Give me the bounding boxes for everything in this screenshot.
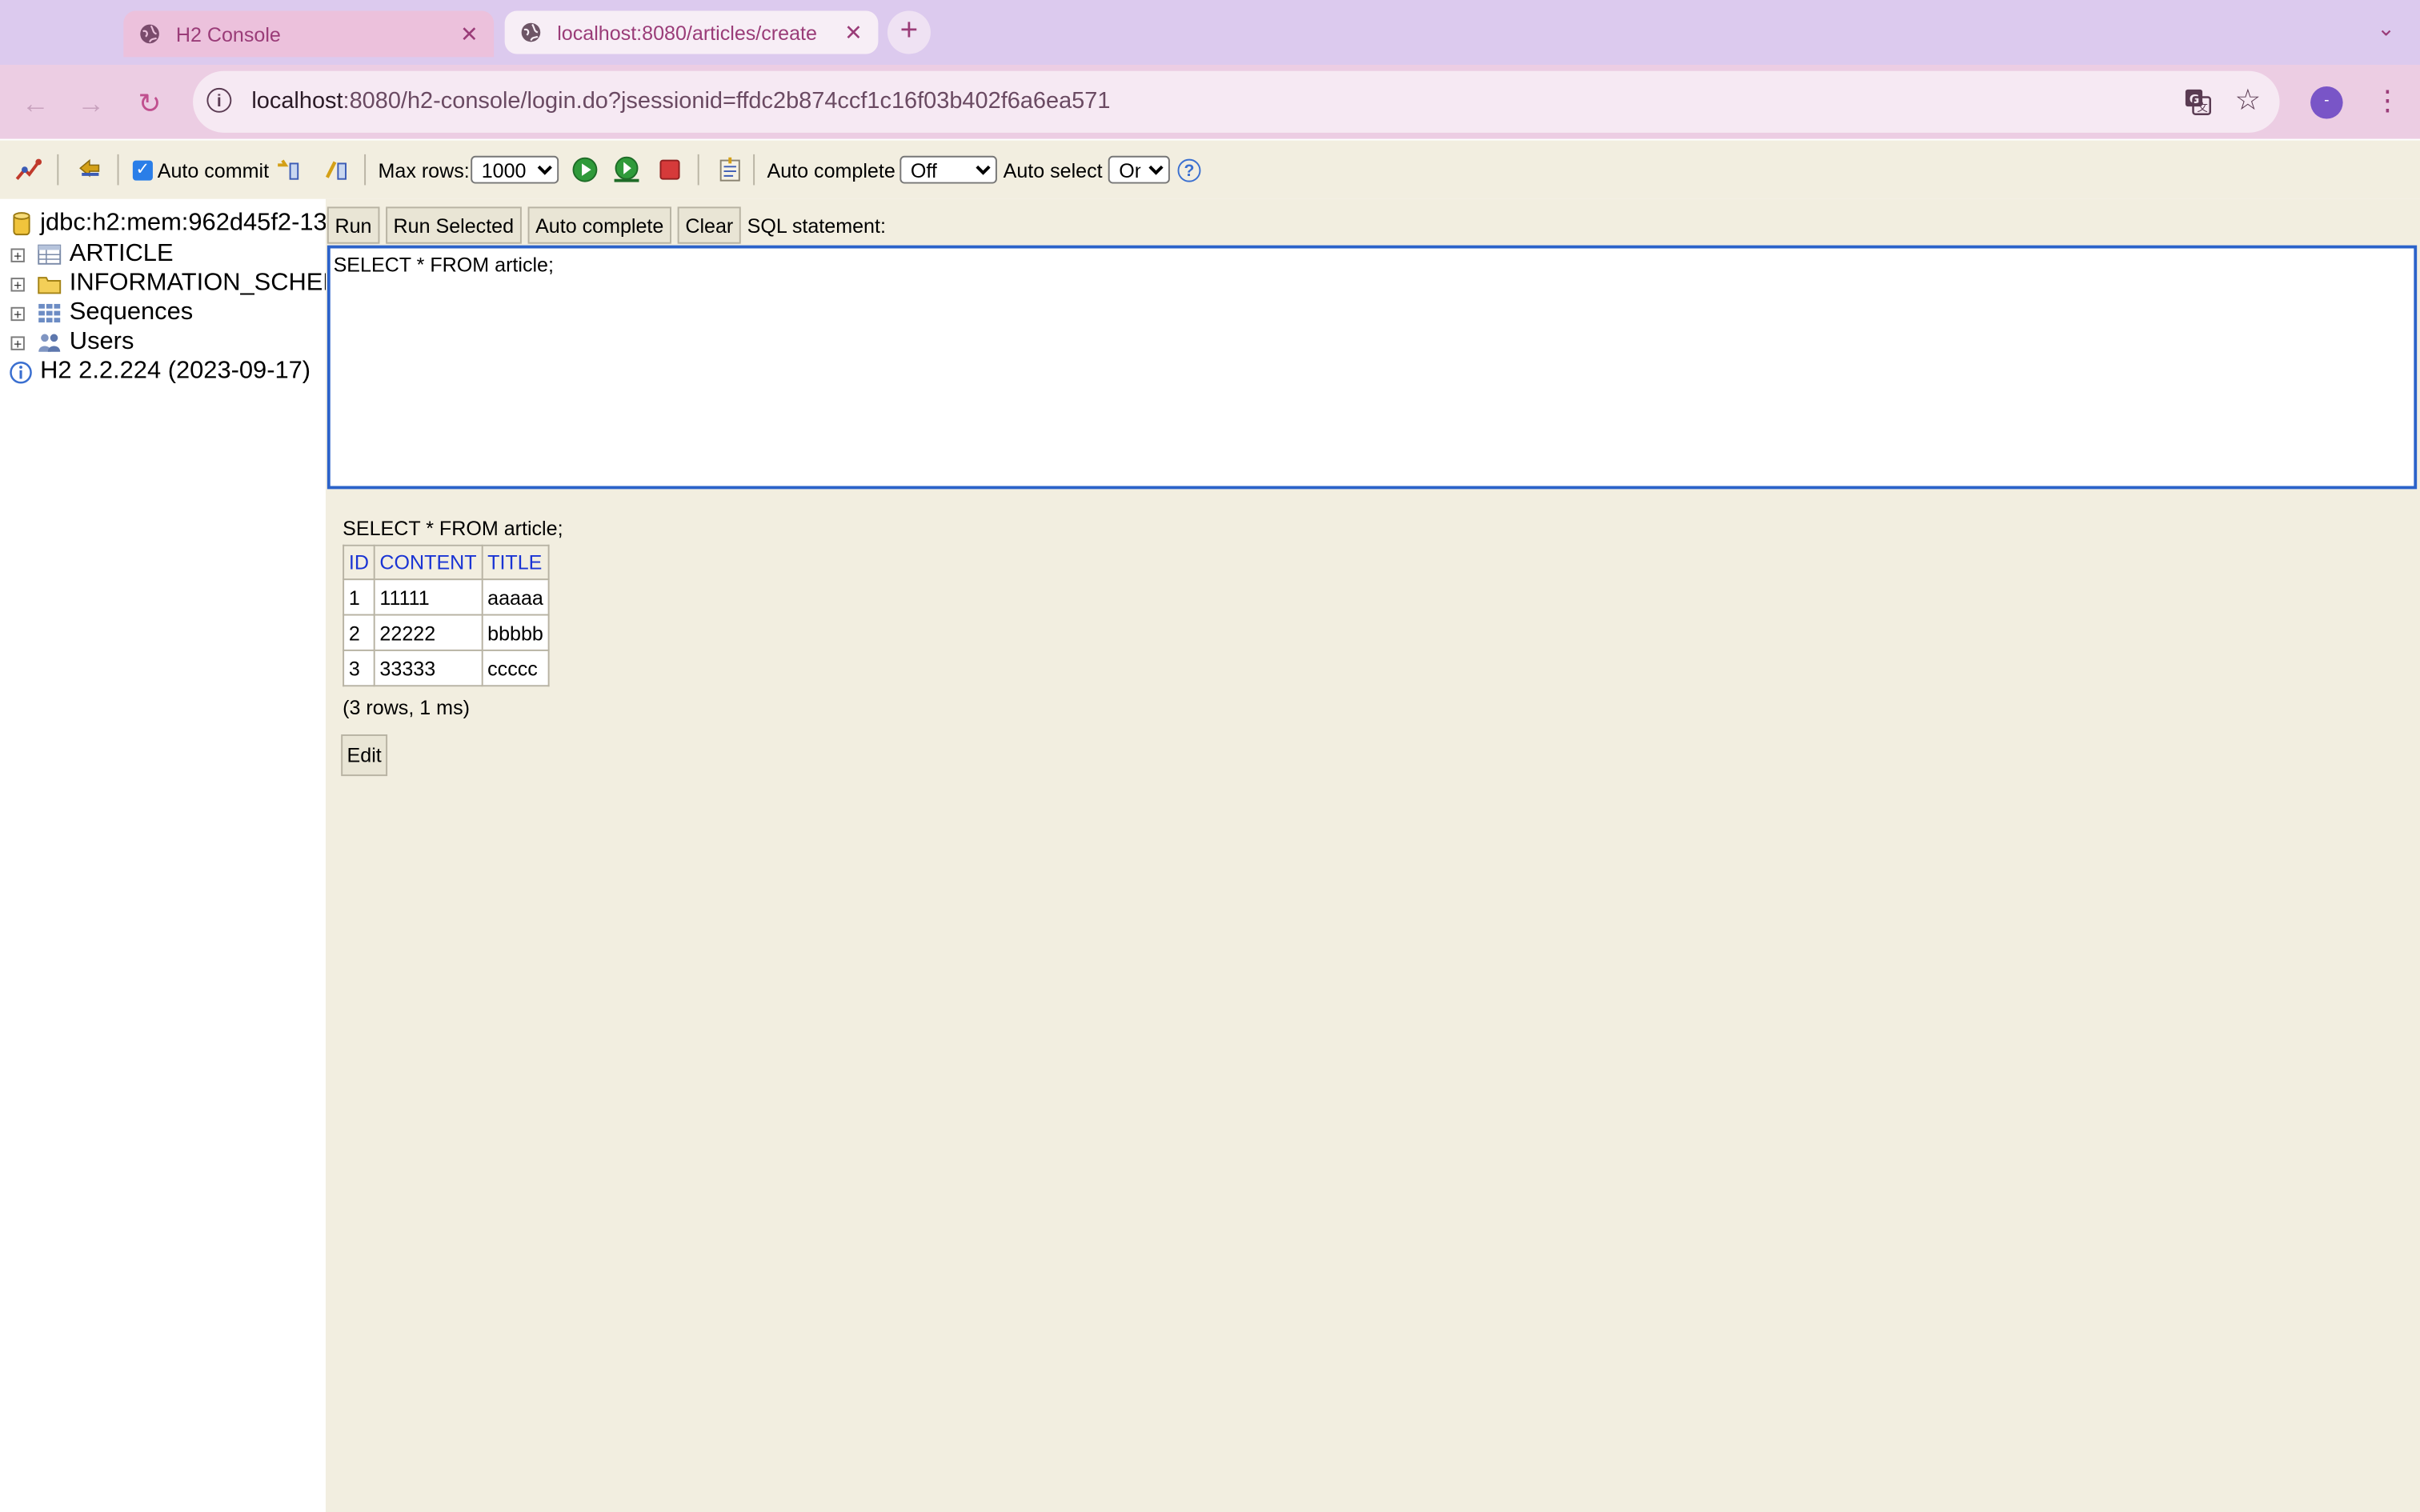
- auto-select-select[interactable]: On: [1108, 155, 1170, 184]
- browser-menu-icon[interactable]: ⋮: [2374, 83, 2402, 117]
- row-count-summary: (3 rows, 1 ms): [343, 695, 470, 719]
- edit-button[interactable]: Edit: [341, 734, 388, 777]
- result-table: ID CONTENT TITLE 1 11111 aaaaa 2 22222 b…: [343, 544, 550, 687]
- tree-item-label: Sequences: [69, 299, 194, 326]
- executed-query: SELECT * FROM article;: [343, 517, 563, 541]
- expand-plus-icon[interactable]: +: [10, 335, 25, 350]
- tree-item-sequences[interactable]: + Sequences: [0, 299, 193, 327]
- close-tab-icon[interactable]: ✕: [838, 19, 869, 46]
- tree-item-users[interactable]: + Users: [0, 329, 134, 357]
- address-bar[interactable]: i localhost:8080/h2-console/login.do?jse…: [193, 70, 2280, 133]
- table-cell: bbbbb: [481, 614, 550, 651]
- table-cell: 3: [343, 649, 375, 687]
- auto-commit-checkbox[interactable]: ✓: [132, 160, 153, 181]
- toolbar-separator: [57, 154, 59, 186]
- tree-item-information-schema[interactable]: + INFORMATION_SCHEMA: [0, 270, 360, 298]
- new-tab-button[interactable]: +: [887, 10, 931, 54]
- browser-tab-strip: H2 Console ✕ localhost:8080/articles/cre…: [0, 0, 2420, 66]
- tab-search-chevron-icon[interactable]: ⌄: [2370, 15, 2402, 46]
- help-icon[interactable]: ?: [1177, 158, 1201, 182]
- run-icon[interactable]: [571, 156, 599, 184]
- table-header-row: ID CONTENT TITLE: [343, 544, 550, 581]
- back-arrow-icon[interactable]: ←: [18, 86, 52, 120]
- plus-icon: +: [899, 14, 919, 48]
- column-header-id[interactable]: ID: [343, 544, 375, 581]
- table-cell: 33333: [373, 649, 483, 687]
- table-cell: 1: [343, 578, 375, 616]
- rollback-icon[interactable]: [274, 156, 302, 184]
- sql-editor[interactable]: SELECT * FROM article;: [327, 245, 2418, 490]
- toolbar-separator: [753, 154, 755, 186]
- table-row: 2 22222 bbbbb: [343, 614, 550, 651]
- stop-icon[interactable]: [656, 156, 684, 184]
- tab-title: localhost:8080/articles/create: [557, 21, 817, 44]
- commit-icon[interactable]: [323, 156, 351, 184]
- sql-statement-label: SQL statement:: [747, 214, 886, 238]
- result-section: SELECT * FROM article; ID CONTENT TITLE …: [343, 517, 563, 719]
- auto-complete-select[interactable]: Off: [899, 155, 997, 184]
- disconnect-icon[interactable]: [14, 156, 42, 184]
- table-icon: [38, 244, 62, 265]
- query-panel: Run Run Selected Auto complete Clear SQL…: [325, 198, 2420, 1512]
- toolbar-separator: [364, 154, 367, 186]
- tab-title: H2 Console: [175, 22, 281, 46]
- table-cell: 22222: [373, 614, 483, 651]
- table-cell: ccccc: [481, 649, 550, 687]
- expand-plus-icon[interactable]: +: [10, 306, 25, 321]
- h2-toolbar: ✓ Auto commit Max rows: 1000 Auto comple…: [0, 140, 2420, 199]
- profile-avatar[interactable]: -: [2310, 86, 2343, 119]
- site-info-icon[interactable]: i: [206, 87, 232, 113]
- url-text[interactable]: localhost:8080/h2-console/login.do?jsess…: [251, 88, 1110, 114]
- translate-icon[interactable]: G文: [2184, 88, 2212, 116]
- auto-complete-button[interactable]: Auto complete: [527, 206, 672, 244]
- info-icon: [10, 361, 32, 383]
- toolbar-separator: [697, 154, 699, 186]
- column-header-content[interactable]: CONTENT: [373, 544, 483, 581]
- table-row: 1 11111 aaaaa: [343, 578, 550, 616]
- globe-icon: [521, 22, 541, 42]
- close-tab-icon[interactable]: ✕: [454, 21, 485, 47]
- database-icon: [13, 212, 30, 236]
- max-rows-label: Max rows:: [378, 158, 470, 182]
- expand-plus-icon[interactable]: +: [10, 247, 25, 262]
- table-cell: 11111: [373, 578, 483, 616]
- table-cell: 2: [343, 614, 375, 651]
- refresh-icon[interactable]: [76, 156, 104, 184]
- tree-item-article[interactable]: + ARTICLE: [0, 241, 174, 269]
- browser-toolbar: ← → ↻ i localhost:8080/h2-console/login.…: [0, 65, 2420, 139]
- column-header-title[interactable]: TITLE: [481, 544, 550, 581]
- run-button[interactable]: Run: [327, 206, 380, 244]
- tree-item-label: ARTICLE: [69, 240, 174, 267]
- table-row: 3 33333 ccccc: [343, 649, 550, 687]
- version-label: H2 2.2.224 (2023-09-17): [40, 358, 311, 385]
- clear-button[interactable]: Clear: [677, 206, 741, 244]
- tree-item-label: INFORMATION_SCHEMA: [69, 270, 360, 297]
- sequence-icon: [38, 303, 61, 323]
- auto-commit-label: Auto commit: [157, 158, 270, 182]
- bookmark-star-icon[interactable]: ☆: [2235, 83, 2262, 118]
- history-icon[interactable]: [716, 156, 744, 184]
- globe-icon: [140, 24, 159, 44]
- tree-item-label: Users: [69, 328, 134, 355]
- editor-buttons: Run Run Selected Auto complete Clear SQL…: [327, 206, 886, 244]
- run-selected-button[interactable]: Run Selected: [385, 206, 522, 244]
- auto-complete-label: Auto complete: [767, 158, 895, 182]
- auto-select-label: Auto select: [1003, 158, 1103, 182]
- svg-text:文: 文: [2197, 102, 2208, 114]
- max-rows-select[interactable]: 1000: [471, 155, 559, 184]
- database-tree: [0, 198, 326, 1512]
- run-selected-icon[interactable]: [613, 156, 641, 184]
- folder-icon: [38, 277, 62, 294]
- users-icon: [38, 334, 61, 352]
- tab-h2-console[interactable]: H2 Console ✕: [123, 10, 495, 58]
- tab-articles-create[interactable]: localhost:8080/articles/create ✕: [504, 10, 879, 54]
- table-cell: aaaaa: [481, 578, 550, 616]
- forward-arrow-icon[interactable]: →: [74, 86, 108, 120]
- reload-icon[interactable]: ↻: [133, 86, 166, 120]
- version-node: H2 2.2.224 (2023-09-17): [10, 358, 311, 386]
- toolbar-separator: [117, 154, 119, 186]
- expand-plus-icon[interactable]: +: [10, 277, 25, 292]
